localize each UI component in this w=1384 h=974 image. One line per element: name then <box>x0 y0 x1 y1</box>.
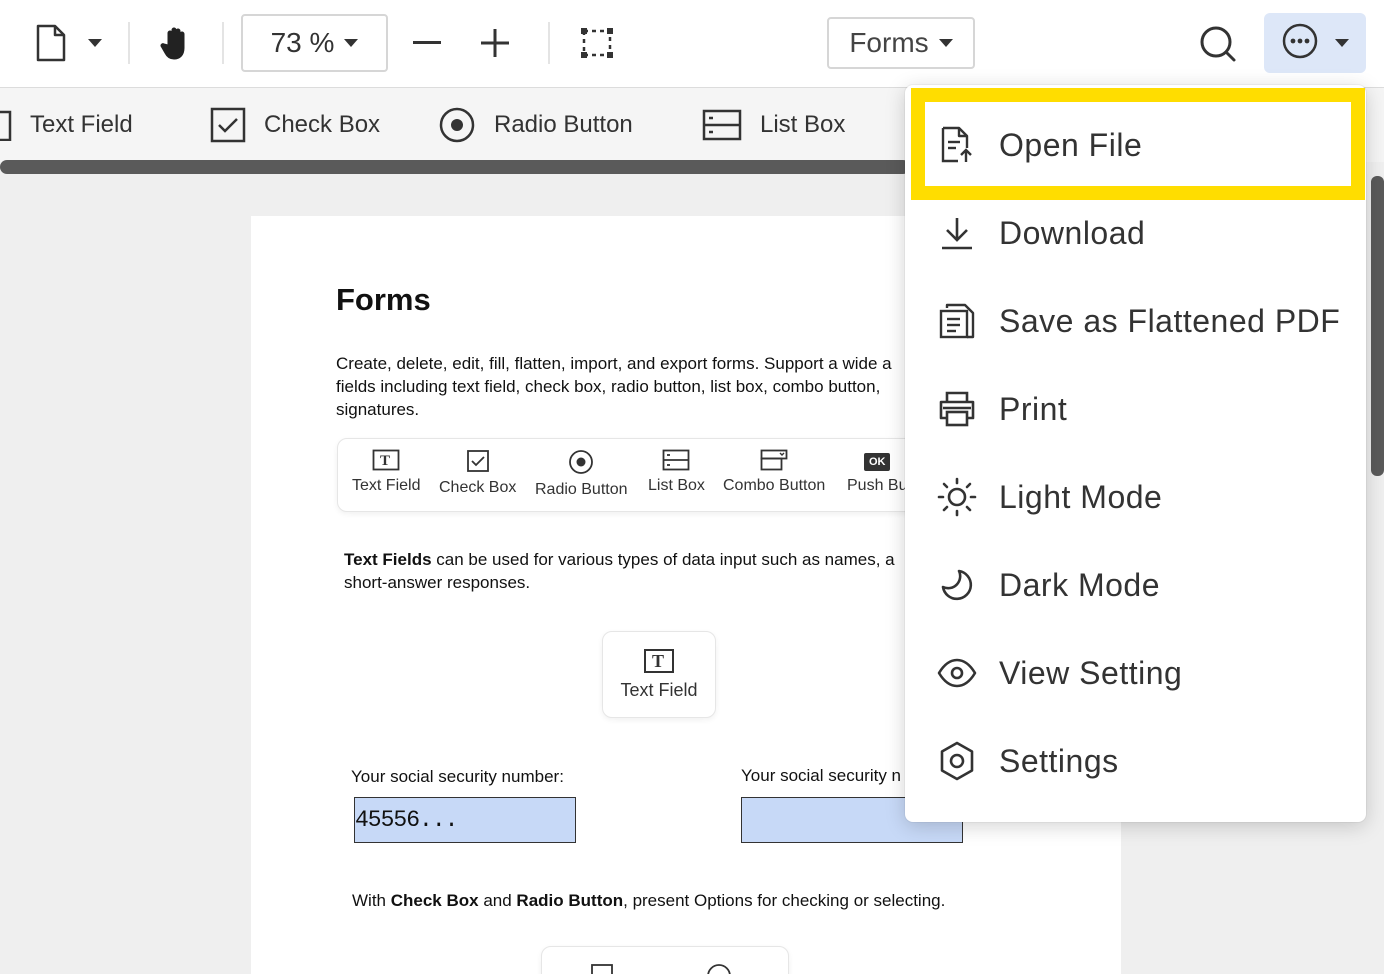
list-box-icon <box>663 449 690 471</box>
more-options-menu: Open File Download Save as Flattened PDF… <box>905 85 1366 822</box>
radio-button-icon <box>439 107 475 143</box>
new-document-icon[interactable] <box>30 22 72 64</box>
menu-item-label: View Setting <box>999 654 1183 691</box>
eye-icon <box>937 653 977 693</box>
svg-text:T: T <box>652 651 664 671</box>
checkbox-icon <box>591 964 613 974</box>
text-fields-line-2: short-answer responses. <box>344 573 531 592</box>
intro-line-3: signatures. <box>336 400 420 419</box>
text-field-sample-card: T Text Field <box>602 631 716 718</box>
tool-label: Text Field <box>30 111 133 138</box>
print-icon <box>937 389 977 429</box>
card-item-list-box: List Box <box>648 449 705 495</box>
intro-line-2: fields including text field, check box, … <box>336 377 881 396</box>
zoom-value: 73 % <box>270 27 335 58</box>
menu-item-open-file[interactable]: Open File <box>905 101 1366 189</box>
card-item-text-field: T Text Field <box>352 449 420 495</box>
menu-item-label: Light Mode <box>999 478 1163 515</box>
checkbox-icon <box>210 107 246 143</box>
horizontal-scrollbar[interactable] <box>0 160 910 174</box>
flatten-pdf-icon <box>937 301 977 341</box>
menu-item-light-mode[interactable]: Light Mode <box>905 453 1366 541</box>
sun-icon <box>937 477 977 517</box>
intro-line-1: Create, delete, edit, fill, flatten, imp… <box>336 354 892 373</box>
zoom-out-icon[interactable] <box>406 26 448 60</box>
chevron-down-icon <box>1335 39 1349 47</box>
marquee-select-icon[interactable] <box>576 22 618 64</box>
tool-radio-button[interactable]: Radio Button <box>438 88 633 162</box>
checkbox-icon <box>466 450 489 472</box>
open-file-icon <box>937 125 977 165</box>
pan-hand-icon[interactable] <box>156 22 196 64</box>
radio-button-icon <box>707 964 731 974</box>
download-icon <box>937 213 977 253</box>
vertical-scrollbar[interactable] <box>1371 176 1384 476</box>
push-button-icon: OK <box>864 453 891 471</box>
card-item-combo-button: Combo Button <box>723 449 825 495</box>
radio-button-icon <box>569 450 594 474</box>
list-box-icon <box>702 109 742 141</box>
new-document-dropdown-icon[interactable] <box>84 32 106 54</box>
tool-check-box[interactable]: Check Box <box>210 88 380 162</box>
chevron-down-icon <box>344 39 359 47</box>
menu-item-label: Settings <box>999 742 1119 779</box>
more-options-icon <box>1281 22 1319 65</box>
moon-icon <box>937 565 977 605</box>
text-field-icon <box>0 110 12 141</box>
menu-item-view-setting[interactable]: View Setting <box>905 629 1366 717</box>
menu-item-label: Download <box>999 214 1146 251</box>
tool-label: Check Box <box>264 111 381 138</box>
menu-item-download[interactable]: Download <box>905 189 1366 277</box>
form-types-card: T Text Field Check Box Radio Button List… <box>337 438 937 512</box>
ssn-input-1[interactable]: 45556... <box>354 797 576 843</box>
menu-item-label: Print <box>999 390 1068 427</box>
zoom-select[interactable]: 73 % <box>241 14 388 72</box>
ssn-label-2: Your social security n <box>741 766 902 785</box>
menu-item-save-flattened-pdf[interactable]: Save as Flattened PDF <box>905 277 1366 365</box>
tool-label: Radio Button <box>494 111 633 138</box>
mode-dropdown[interactable]: Forms <box>827 17 975 69</box>
text-field-icon: T <box>644 649 674 673</box>
mode-dropdown-label: Forms <box>849 27 929 58</box>
card-item-push-button: OK Push Bu <box>847 449 907 495</box>
menu-item-label: Save as Flattened PDF <box>999 302 1341 339</box>
menu-item-print[interactable]: Print <box>905 365 1366 453</box>
tool-label: List Box <box>760 111 846 138</box>
card-item-radio-button: Radio Button <box>535 449 628 499</box>
checkbox-radio-line: With Check Box and Radio Button, present… <box>352 891 946 910</box>
menu-item-label: Dark Mode <box>999 566 1160 603</box>
text-fields-line-1: Text Fields can be used for various type… <box>344 550 895 569</box>
svg-text:T: T <box>380 453 390 469</box>
combo-box-icon <box>760 449 788 471</box>
tool-list-box[interactable]: List Box <box>702 88 845 162</box>
card-item-check-box: Check Box <box>439 449 516 497</box>
menu-item-dark-mode[interactable]: Dark Mode <box>905 541 1366 629</box>
tool-text-field[interactable]: Text Field <box>0 88 133 162</box>
more-menu-button[interactable] <box>1264 13 1366 73</box>
menu-item-settings[interactable]: Settings <box>905 717 1366 805</box>
top-toolbar: 73 % Forms <box>0 0 1384 88</box>
chevron-down-icon <box>938 39 953 47</box>
settings-icon <box>937 741 977 781</box>
page-title: Forms <box>336 282 431 317</box>
search-icon[interactable] <box>1196 22 1240 66</box>
ssn-label-1: Your social security number: <box>351 767 564 786</box>
zoom-in-icon[interactable] <box>474 26 516 60</box>
menu-item-label: Open File <box>999 126 1143 163</box>
checkbox-radio-sample-card <box>541 946 789 974</box>
text-field-icon: T <box>372 449 400 471</box>
